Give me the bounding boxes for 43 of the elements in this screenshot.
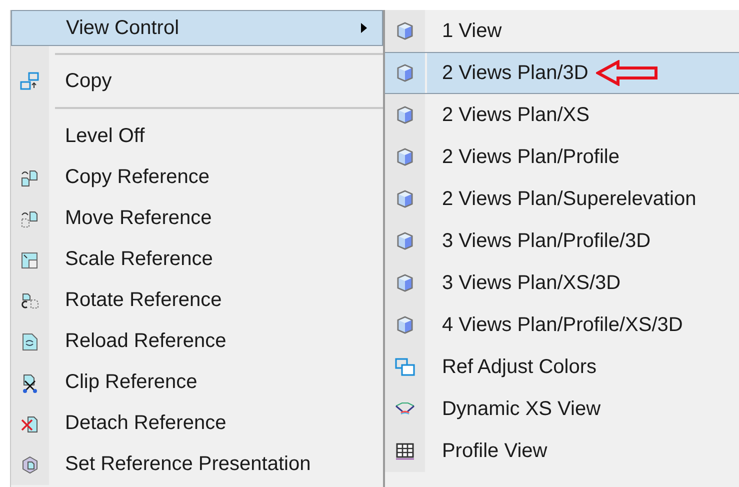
left-arrow-icon: [596, 60, 658, 86]
menu-item[interactable]: Detach Reference: [11, 403, 383, 444]
grid-icon: [394, 441, 415, 461]
menu-item[interactable]: Copy Reference: [11, 157, 383, 198]
menu-item[interactable]: 3 Views Plan/XS/3D: [384, 262, 739, 304]
menu-item[interactable]: Rotate Reference: [11, 280, 383, 321]
menu-item[interactable]: Set Reference Presentation: [11, 444, 383, 485]
cube-icon: [394, 21, 415, 41]
delete-page-icon: [20, 414, 40, 434]
menu-item[interactable]: Move Reference: [11, 198, 383, 239]
rotate-page-icon: [20, 290, 40, 310]
menu-item[interactable]: Dynamic XS View: [384, 388, 739, 430]
menu-item[interactable]: Ref Adjust Colors: [384, 346, 739, 388]
menu-item[interactable]: Profile View: [384, 430, 739, 472]
menu-item[interactable]: 2 Views Plan/XS: [384, 94, 739, 136]
cube-icon: [394, 147, 415, 167]
menu-item[interactable]: Reload Reference: [11, 321, 383, 362]
menu-item[interactable]: 1 View: [384, 10, 739, 52]
submenu-arrow-icon: [360, 22, 368, 34]
hexagon-page-icon: [20, 454, 40, 474]
menu-item[interactable]: 2 Views Plan/Superelevation: [384, 178, 739, 220]
menu-item[interactable]: Scale Reference: [11, 239, 383, 280]
move-pages-icon: [20, 208, 40, 228]
menu-item[interactable]: Level Off: [11, 116, 383, 157]
menu-item[interactable]: 4 Views Plan/Profile/XS/3D: [384, 304, 739, 346]
cube-icon: [394, 105, 415, 125]
menu-item[interactable]: 2 Views Plan/3D: [384, 52, 739, 94]
overlapping-windows-icon: [394, 357, 415, 377]
menu-item[interactable]: View Control: [11, 10, 383, 46]
cube-icon: [394, 231, 415, 251]
scale-page-icon: [20, 250, 40, 270]
menu-item[interactable]: Clip Reference: [11, 362, 383, 403]
cube-icon: [394, 273, 415, 293]
copy-pages-icon: [20, 168, 40, 188]
cube-icon: [394, 63, 415, 83]
menu-item[interactable]: 3 Views Plan/Profile/3D: [384, 220, 739, 262]
menu-item[interactable]: 2 Views Plan/Profile: [384, 136, 739, 178]
cube-icon: [394, 189, 415, 209]
reload-page-icon: [20, 332, 40, 352]
windows-copy-icon: [20, 71, 40, 91]
menu-item[interactable]: Copy: [11, 62, 383, 100]
cube-icon: [394, 315, 415, 335]
scissors-page-icon: [20, 372, 40, 392]
